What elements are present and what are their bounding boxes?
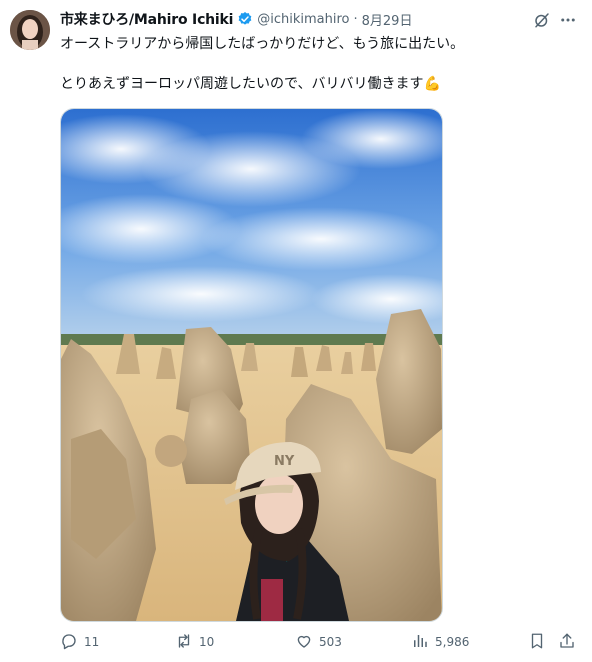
verified-badge-icon[interactable]	[237, 11, 253, 27]
separator-dot: ·	[353, 11, 358, 27]
tweet-header: 市来まひろ/Mahiro Ichiki @ichikimahiro · 8月29…	[60, 9, 412, 29]
handle[interactable]: @ichikimahiro	[257, 12, 349, 27]
tweet-text-line-2: とりあえずヨーロッパ周遊したいので、バリバリ働きます💪	[60, 74, 580, 94]
analytics-icon	[411, 632, 429, 653]
view-count: 5,986	[435, 635, 470, 649]
like-count: 503	[319, 635, 342, 649]
tweet-text-line-1: オーストラリアから帰国したばっかりだけど、もう旅に出たい。	[60, 36, 465, 52]
tweet-actions: 11 10 503 5,986	[0, 630, 592, 654]
more-options-icon[interactable]	[558, 10, 578, 30]
tweet-photo[interactable]: NY	[60, 108, 443, 622]
reply-icon	[60, 632, 78, 653]
reply-count: 11	[84, 635, 100, 649]
share-icon	[558, 632, 576, 653]
cap-logo-text: NY	[274, 454, 295, 469]
tweet-text-line-2-body: とりあえずヨーロッパ周遊したいので、バリバリ働きます	[60, 76, 424, 92]
avatar[interactable]	[10, 10, 50, 50]
views-button[interactable]: 5,986	[411, 630, 469, 654]
share-button[interactable]	[558, 630, 576, 654]
repost-icon	[175, 632, 193, 653]
grok-icon[interactable]	[532, 10, 552, 30]
reply-button[interactable]: 11	[60, 630, 99, 654]
timestamp[interactable]: 8月29日	[362, 10, 413, 29]
bookmark-button[interactable]	[528, 630, 546, 654]
flexed-biceps-emoji: 💪	[423, 76, 441, 92]
bookmark-icon	[528, 632, 546, 653]
repost-button[interactable]: 10	[175, 630, 214, 654]
photo-pinnacles-desert: NY	[61, 109, 442, 621]
tweet[interactable]: 市来まひろ/Mahiro Ichiki @ichikimahiro · 8月29…	[0, 0, 592, 662]
display-name[interactable]: 市来まひろ/Mahiro Ichiki	[60, 9, 233, 29]
like-button[interactable]: 503	[295, 630, 342, 654]
tweet-text: オーストラリアから帰国したばっかりだけど、もう旅に出たい。 とりあえずヨーロッパ…	[60, 34, 580, 94]
heart-icon	[295, 632, 313, 653]
repost-count: 10	[199, 635, 215, 649]
